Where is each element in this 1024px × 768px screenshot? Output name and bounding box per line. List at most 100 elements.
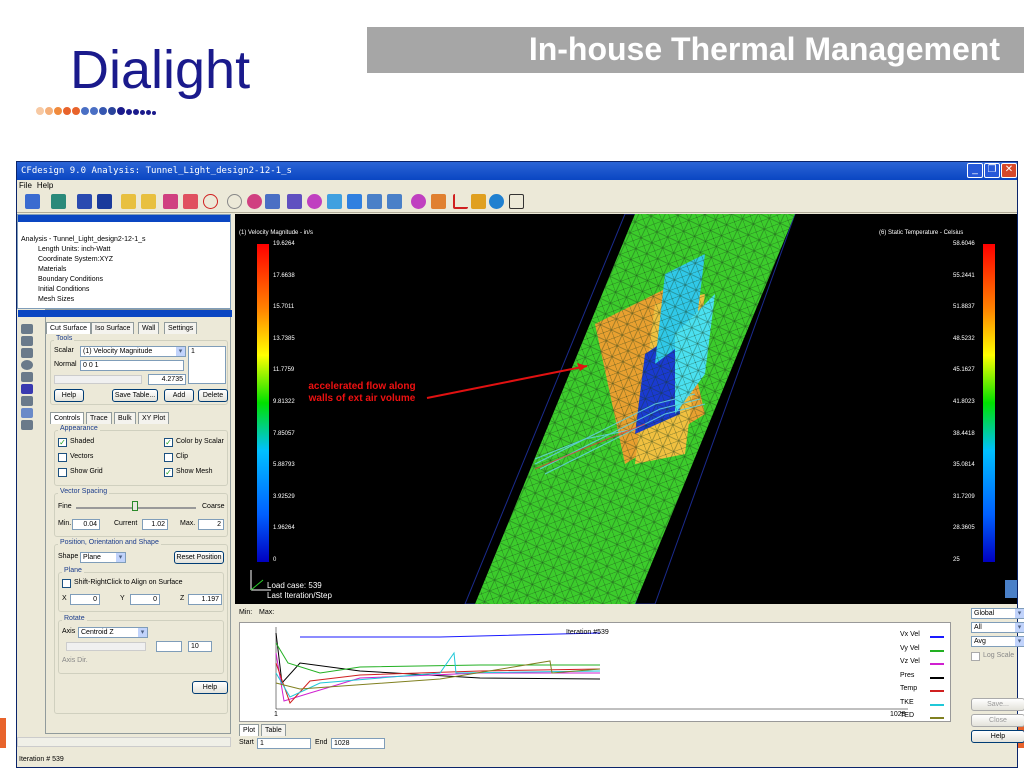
tab-bulk[interactable]: Bulk: [114, 412, 136, 424]
tab-plot[interactable]: Plot: [239, 724, 260, 736]
rotate-input[interactable]: [156, 641, 182, 652]
help-button[interactable]: Help: [54, 389, 84, 402]
drop-icon[interactable]: [327, 194, 342, 209]
spacing-slider-thumb[interactable]: [132, 501, 138, 511]
plot-help-button[interactable]: Help: [971, 730, 1024, 743]
tree-item[interactable]: Materials: [38, 265, 66, 275]
shapes-icon[interactable]: [21, 348, 33, 358]
axis-select[interactable]: Centroid Z: [78, 627, 148, 638]
plot-close-button[interactable]: Close: [971, 714, 1024, 727]
surface-icon[interactable]: [21, 408, 33, 418]
target-icon[interactable]: [307, 194, 322, 209]
normal-slider[interactable]: [54, 375, 142, 384]
cfd-viewport[interactable]: (1) Velocity Magnitude - in/s (6) Static…: [235, 214, 1017, 604]
tree-item[interactable]: Mesh Sizes: [38, 295, 74, 305]
maximize-button[interactable]: ❐: [984, 163, 1000, 178]
circle2-icon[interactable]: [227, 194, 242, 209]
shaded-checkbox[interactable]: ✓: [58, 438, 67, 447]
copy-icon[interactable]: [387, 194, 402, 209]
tab-controls[interactable]: Controls: [50, 412, 85, 424]
sphere-tool-icon[interactable]: [21, 360, 33, 370]
save-table-button[interactable]: Save Table...: [112, 389, 158, 402]
close-button[interactable]: ✕: [1001, 163, 1017, 178]
blob-icon[interactable]: [21, 420, 33, 430]
arrow-icon[interactable]: [21, 324, 33, 334]
angle-input[interactable]: 10: [188, 641, 212, 652]
align-checkbox[interactable]: [62, 579, 71, 588]
menu-file[interactable]: File: [19, 181, 32, 190]
diamond-icon[interactable]: [287, 194, 302, 209]
chart-icon[interactable]: [21, 396, 33, 406]
tab-xy-plot[interactable]: XY Plot: [138, 412, 170, 424]
start-input[interactable]: 1: [257, 738, 311, 749]
tab-iso-surface[interactable]: Iso Surface: [91, 322, 135, 334]
slider-value[interactable]: 4.2735: [148, 374, 186, 385]
moon-icon[interactable]: [347, 194, 362, 209]
save-icon[interactable]: [51, 194, 66, 209]
color-by-scalar-checkbox[interactable]: ✓: [164, 438, 173, 447]
color-icon[interactable]: [471, 194, 486, 209]
clip-checkbox[interactable]: [164, 453, 173, 462]
layers-icon[interactable]: [367, 194, 382, 209]
vectors-checkbox[interactable]: [58, 453, 67, 462]
back-icon[interactable]: [25, 194, 40, 209]
log-scale-checkbox[interactable]: [971, 652, 980, 661]
percent-icon[interactable]: [265, 194, 280, 209]
scalar-select[interactable]: (1) Velocity Magnitude: [80, 346, 186, 357]
graph-icon[interactable]: [453, 194, 468, 209]
end-input[interactable]: 1028: [331, 738, 385, 749]
grid-icon[interactable]: [121, 194, 136, 209]
tree-item[interactable]: Length Units: inch-Watt: [38, 245, 111, 255]
mesh-view-icon[interactable]: [509, 194, 524, 209]
points-icon[interactable]: [21, 372, 33, 382]
show-grid-checkbox[interactable]: [58, 468, 67, 477]
scope-select[interactable]: Global: [971, 608, 1024, 619]
delete-button[interactable]: Delete: [198, 389, 228, 402]
tab-table[interactable]: Table: [261, 724, 286, 736]
probe-icon[interactable]: [489, 194, 504, 209]
normal-input[interactable]: 0 0 1: [80, 360, 184, 371]
mesh-icon[interactable]: [431, 194, 446, 209]
plot-save-button[interactable]: Save...: [971, 698, 1024, 711]
min-input[interactable]: 0.04: [72, 519, 100, 530]
shape-select[interactable]: Plane: [80, 552, 126, 563]
scalar-index-box[interactable]: 1: [188, 346, 226, 384]
minimize-button[interactable]: _: [967, 163, 983, 178]
add-button[interactable]: Add: [164, 389, 194, 402]
tab-settings[interactable]: Settings: [164, 322, 198, 334]
convergence-plot[interactable]: Iteration #539 1 1028 Vx Vel Vy Vel Vz Vel…: [239, 622, 951, 722]
tree-header: [18, 215, 230, 222]
tab-cut-surface[interactable]: Cut Surface: [46, 322, 91, 334]
pin-icon[interactable]: [411, 194, 426, 209]
variable-select[interactable]: All: [971, 622, 1024, 633]
menu-help[interactable]: Help: [37, 181, 53, 190]
plane-group: [58, 572, 224, 612]
sphere-icon[interactable]: [163, 194, 178, 209]
left-scrollbar[interactable]: [17, 737, 231, 747]
help-button-bottom[interactable]: Help: [192, 681, 228, 694]
vtf-icon[interactable]: [97, 194, 112, 209]
show-mesh-checkbox[interactable]: ✓: [164, 468, 173, 477]
trace-icon[interactable]: [21, 384, 33, 394]
circle-icon[interactable]: [203, 194, 218, 209]
x-input[interactable]: 0: [70, 594, 100, 605]
reset-position-button[interactable]: Reset Position: [174, 551, 224, 564]
tree-item[interactable]: Initial Conditions: [38, 285, 89, 295]
ball-icon[interactable]: [247, 194, 262, 209]
tab-trace[interactable]: Trace: [86, 412, 112, 424]
tree-item[interactable]: Boundary Conditions: [38, 275, 103, 285]
max-input[interactable]: 2: [198, 519, 224, 530]
z-input[interactable]: 1.197: [188, 594, 222, 605]
current-input[interactable]: 1.02: [142, 519, 168, 530]
window-titlebar[interactable]: CFdesign 9.0 Analysis: Tunnel_Light_desi…: [17, 162, 1017, 180]
tree-item[interactable]: Analysis - Tunnel_Light_design2-12-1_s: [21, 235, 146, 245]
tree-item[interactable]: Coordinate System:XYZ: [38, 255, 113, 265]
avg-select[interactable]: Avg: [971, 636, 1024, 647]
y-input[interactable]: 0: [130, 594, 160, 605]
rotate-slider[interactable]: [66, 642, 146, 651]
tab-wall[interactable]: Wall: [138, 322, 160, 334]
disk-icon[interactable]: [77, 194, 92, 209]
table-icon[interactable]: [141, 194, 156, 209]
pyramid-icon[interactable]: [21, 336, 33, 346]
rotate-icon[interactable]: [183, 194, 198, 209]
